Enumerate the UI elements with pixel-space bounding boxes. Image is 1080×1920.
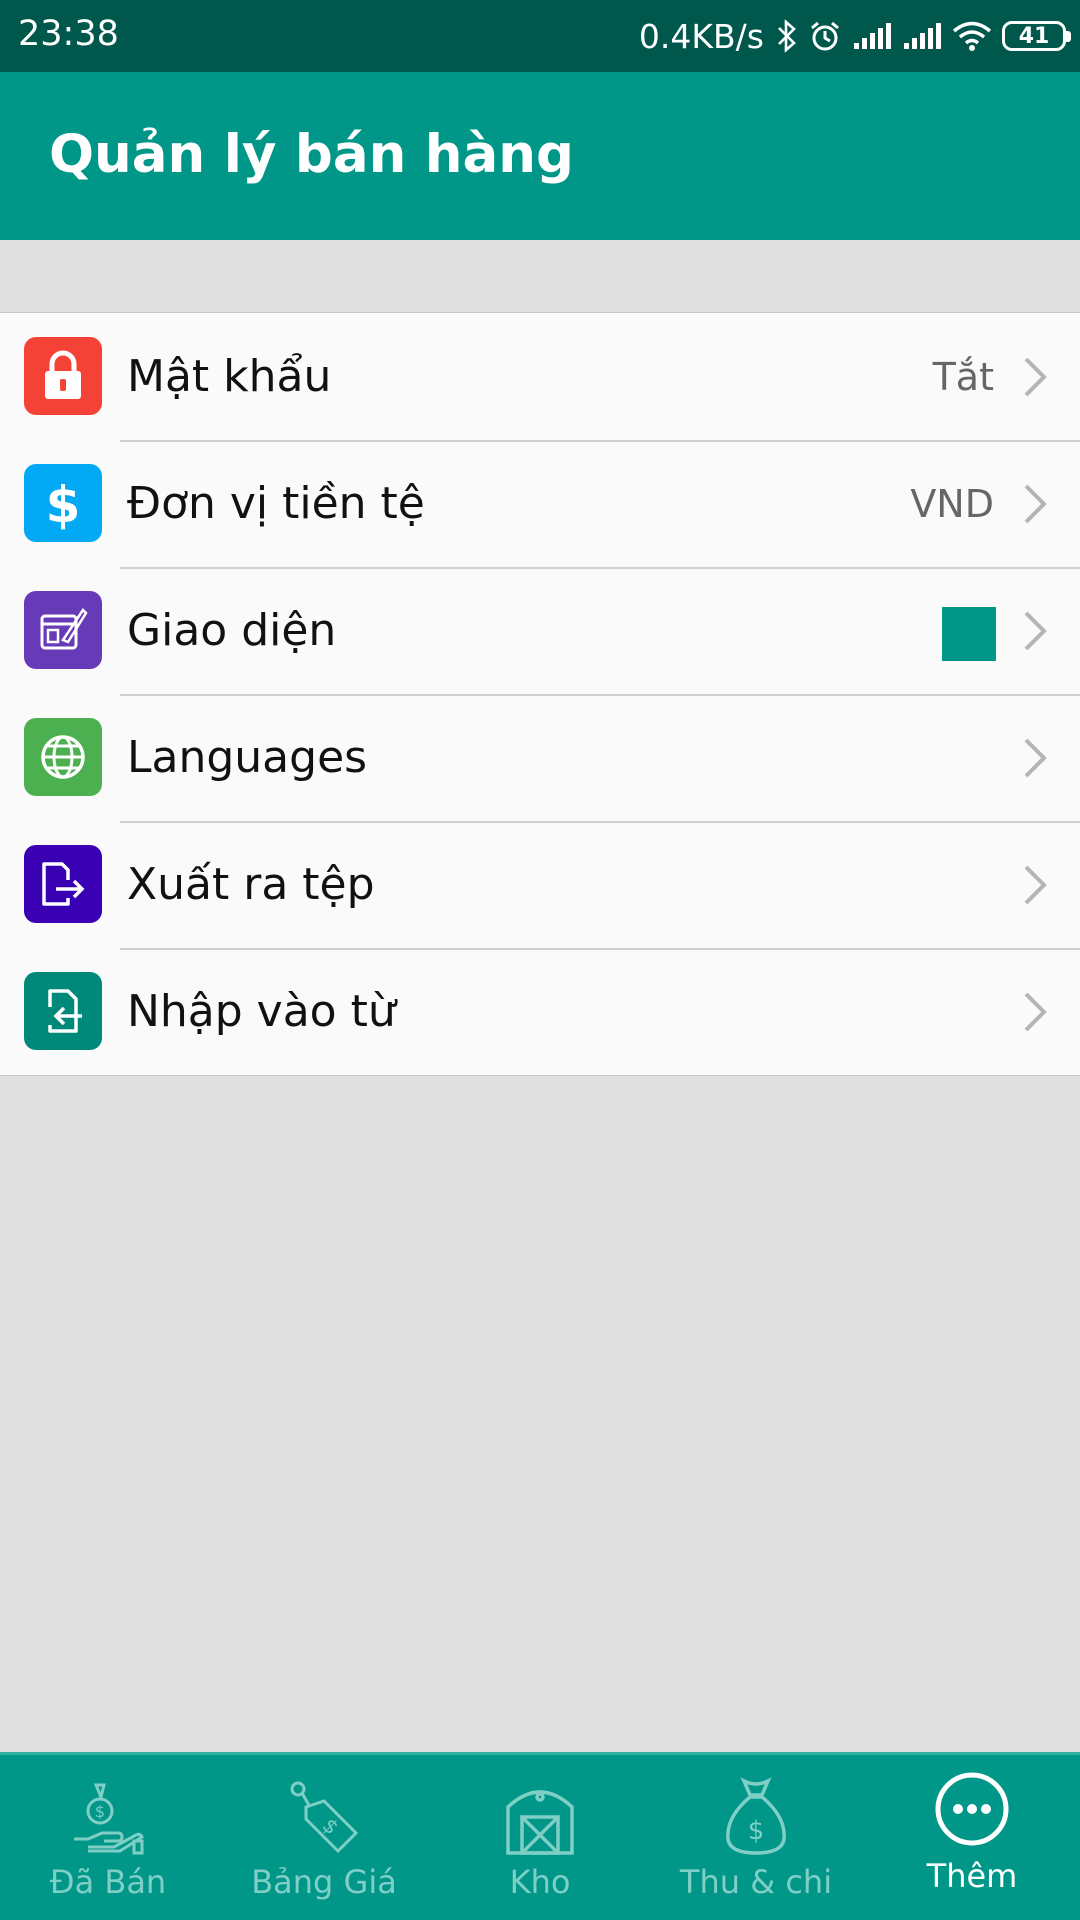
bottom-nav: $ Đã Bán $ Bảng Giá Kho $ Thu & chi Thêm	[0, 1752, 1080, 1920]
sold-money-hand-icon: $	[74, 1783, 144, 1855]
chevron-right-icon	[1024, 865, 1047, 905]
nav-item-warehouse[interactable]: Kho	[432, 1755, 648, 1920]
nav-label: Bảng Giá	[251, 1863, 397, 1901]
chevron-right-icon	[1024, 738, 1047, 778]
warehouse-icon	[506, 1790, 574, 1855]
setting-languages[interactable]: Languages	[0, 694, 1080, 821]
bluetooth-icon	[776, 19, 798, 53]
file-import-icon	[24, 972, 102, 1050]
battery-icon: 41	[1002, 21, 1071, 51]
svg-text:$: $	[748, 1816, 765, 1846]
setting-export[interactable]: Xuất ra tệp	[0, 821, 1080, 948]
status-time: 23:38	[18, 14, 119, 54]
nav-item-sold[interactable]: $ Đã Bán	[0, 1755, 216, 1920]
globe-icon	[24, 718, 102, 796]
palette-icon	[24, 591, 102, 669]
nav-item-more[interactable]: Thêm	[864, 1755, 1080, 1920]
dollar-icon: $	[24, 464, 102, 542]
theme-color-swatch	[942, 607, 996, 661]
setting-currency[interactable]: $ Đơn vị tiền tệ VND	[0, 440, 1080, 567]
lock-icon	[24, 337, 102, 415]
chevron-right-icon	[1024, 611, 1047, 651]
setting-label: Mật khẩu	[127, 351, 332, 402]
price-tag-icon: $	[290, 1781, 359, 1854]
setting-password[interactable]: Mật khẩu Tắt	[0, 313, 1080, 440]
nav-label: Thu & chi	[679, 1863, 833, 1901]
svg-text:$: $	[95, 1802, 105, 1821]
page-title: Quản lý bán hàng	[49, 124, 574, 185]
setting-label: Đơn vị tiền tệ	[127, 478, 425, 529]
settings-list: Mật khẩu Tắt $ Đơn vị tiền tệ VND Giao d…	[0, 312, 1080, 1076]
signal-icon	[902, 21, 942, 51]
setting-value: VND	[910, 482, 994, 526]
status-bar: 23:38 0.4KB/s 41	[0, 0, 1080, 72]
setting-theme[interactable]: Giao diện	[0, 567, 1080, 694]
svg-text:$: $	[46, 476, 81, 531]
more-dots-icon	[935, 1772, 1009, 1846]
setting-import[interactable]: Nhập vào từ	[0, 948, 1080, 1075]
wifi-icon	[952, 20, 992, 52]
app-bar: Quản lý bán hàng	[0, 72, 1080, 240]
chevron-right-icon	[1024, 357, 1047, 397]
nav-item-income-expense[interactable]: $ Thu & chi	[648, 1755, 864, 1920]
chevron-right-icon	[1024, 992, 1047, 1032]
signal-icon	[852, 21, 892, 51]
status-icons: 0.4KB/s 41	[638, 12, 1071, 60]
setting-label: Languages	[127, 732, 368, 783]
file-export-icon	[24, 845, 102, 923]
setting-label: Nhập vào từ	[127, 986, 396, 1037]
setting-label: Xuất ra tệp	[127, 859, 375, 910]
nav-item-price-list[interactable]: $ Bảng Giá	[216, 1755, 432, 1920]
money-bag-icon: $	[726, 1777, 786, 1855]
setting-value: Tắt	[932, 355, 994, 399]
nav-label: Kho	[509, 1863, 571, 1901]
alarm-icon	[808, 19, 842, 53]
setting-label: Giao diện	[127, 605, 337, 656]
network-speed: 0.4KB/s	[638, 16, 764, 56]
nav-label: Đã Bán	[49, 1863, 167, 1901]
chevron-right-icon	[1024, 484, 1047, 524]
nav-label: Thêm	[926, 1857, 1018, 1895]
